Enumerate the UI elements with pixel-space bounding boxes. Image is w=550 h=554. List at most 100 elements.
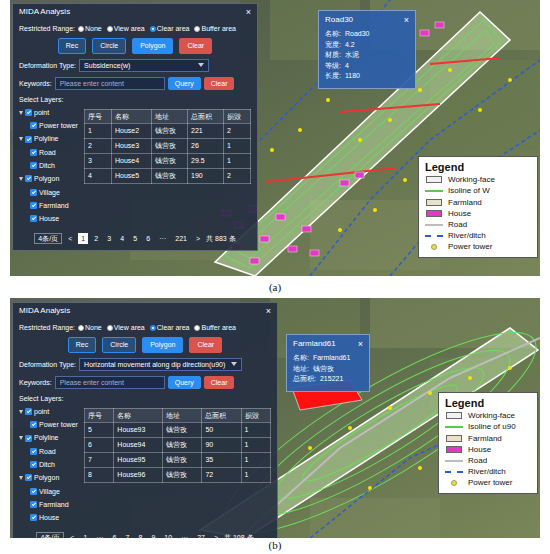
expand-arrow-icon[interactable] — [19, 111, 23, 115]
page-button[interactable]: 4 — [117, 233, 127, 244]
page-button[interactable]: 9 — [148, 532, 158, 538]
radio-button[interactable] — [107, 325, 113, 331]
layer-item[interactable]: Ditch — [19, 458, 79, 471]
layer-item[interactable]: Power tower — [19, 119, 79, 132]
layer-group[interactable]: Polygon — [19, 471, 79, 484]
layer-item[interactable]: House — [19, 511, 79, 524]
layer-checkbox[interactable] — [30, 215, 37, 222]
tool-button[interactable]: Clear — [179, 38, 212, 53]
tool-button[interactable]: Circle — [92, 38, 126, 53]
page-button[interactable]: 2 — [91, 233, 101, 244]
page-button[interactable]: ··· — [156, 233, 169, 244]
expand-arrow-icon[interactable] — [19, 137, 23, 141]
deformation-select[interactable]: Horizontal movement along dip direction(… — [79, 358, 242, 371]
page-size-select[interactable]: 4条/页 — [36, 532, 64, 538]
tool-button[interactable]: Clear — [189, 337, 222, 352]
layer-item[interactable]: House — [19, 212, 79, 225]
layer-item[interactable]: Ditch — [19, 159, 79, 172]
layer-group[interactable]: Polyline — [19, 431, 79, 444]
range-option[interactable]: None — [78, 24, 102, 33]
range-option[interactable]: Clear area — [150, 24, 190, 33]
prev-page-button[interactable]: < — [67, 532, 77, 538]
keywords-input[interactable] — [55, 376, 165, 389]
range-option[interactable]: Buffer area — [194, 24, 236, 33]
tool-button[interactable]: Rec — [58, 38, 86, 53]
layer-checkbox[interactable] — [25, 435, 32, 442]
layer-item[interactable]: Power tower — [19, 418, 79, 431]
layer-checkbox[interactable] — [30, 448, 37, 455]
close-button[interactable]: × — [404, 16, 409, 25]
layer-checkbox[interactable] — [30, 202, 37, 209]
page-size-select[interactable]: 4条/页 — [34, 233, 62, 244]
layer-checkbox[interactable] — [25, 474, 32, 481]
layer-checkbox[interactable] — [30, 189, 37, 196]
keywords-button[interactable]: Clear — [204, 376, 235, 389]
layer-item[interactable]: Road — [19, 445, 79, 458]
keywords-button[interactable]: Query — [168, 376, 201, 389]
table-row[interactable]: 5House93钱营孜501 — [85, 422, 271, 437]
layer-item[interactable]: Village — [19, 485, 79, 498]
keywords-button[interactable]: Query — [168, 77, 201, 90]
expand-arrow-icon[interactable] — [19, 177, 23, 181]
layer-item[interactable]: Farmland — [19, 498, 79, 511]
radio-button[interactable] — [194, 26, 200, 32]
table-row[interactable]: 7House95钱营孜351 — [85, 452, 271, 467]
close-button[interactable]: × — [358, 340, 363, 349]
radio-button[interactable] — [78, 325, 84, 331]
range-option[interactable]: None — [78, 323, 102, 332]
table-row[interactable]: 3House4钱营孜29.51 — [85, 153, 251, 168]
page-button[interactable]: 3 — [104, 233, 114, 244]
radio-button[interactable] — [150, 26, 156, 32]
page-button[interactable]: 27 — [194, 532, 208, 538]
page-button[interactable]: 1 — [80, 532, 90, 538]
tool-button[interactable]: Circle — [102, 337, 136, 352]
table-row[interactable]: 6House94钱营孜901 — [85, 437, 271, 452]
tool-button[interactable]: Polygon — [132, 38, 173, 53]
radio-button[interactable] — [107, 26, 113, 32]
keywords-input[interactable] — [55, 77, 165, 90]
range-option[interactable]: Clear area — [150, 323, 190, 332]
next-page-button[interactable]: > — [211, 532, 221, 538]
page-button[interactable]: 5 — [130, 233, 140, 244]
page-button[interactable]: 1 — [78, 233, 88, 244]
layer-group[interactable]: point — [19, 405, 79, 418]
layer-checkbox[interactable] — [30, 501, 37, 508]
layer-item[interactable]: Road — [19, 146, 79, 159]
page-button[interactable]: 6 — [109, 532, 119, 538]
layer-group[interactable]: Polygon — [19, 172, 79, 185]
page-button[interactable]: 7 — [122, 532, 132, 538]
layer-checkbox[interactable] — [30, 149, 37, 156]
page-button[interactable]: ··· — [178, 532, 191, 538]
layer-group[interactable]: Polyline — [19, 132, 79, 145]
table-row[interactable]: 2House3钱营孜261 — [85, 138, 251, 153]
radio-button[interactable] — [150, 325, 156, 331]
radio-button[interactable] — [78, 26, 84, 32]
page-button[interactable]: 221 — [172, 233, 190, 244]
range-option[interactable]: View area — [107, 323, 145, 332]
keywords-button[interactable]: Clear — [204, 77, 235, 90]
layer-checkbox[interactable] — [30, 461, 37, 468]
layer-checkbox[interactable] — [30, 488, 37, 495]
layer-checkbox[interactable] — [25, 109, 32, 116]
page-button[interactable]: 6 — [143, 233, 153, 244]
tool-button[interactable]: Rec — [68, 337, 96, 352]
layer-group[interactable]: point — [19, 106, 79, 119]
table-row[interactable]: 1House2钱营孜2212 — [85, 123, 251, 138]
layer-checkbox[interactable] — [30, 421, 37, 428]
expand-arrow-icon[interactable] — [19, 436, 23, 440]
layer-checkbox[interactable] — [25, 408, 32, 415]
layer-checkbox[interactable] — [30, 122, 37, 129]
layer-item[interactable]: Farmland — [19, 199, 79, 212]
page-button[interactable]: ··· — [93, 532, 106, 538]
range-option[interactable]: View area — [107, 24, 145, 33]
layer-checkbox[interactable] — [25, 136, 32, 143]
table-row[interactable]: 8House96钱营孜721 — [85, 467, 271, 482]
radio-button[interactable] — [194, 325, 200, 331]
next-page-button[interactable]: > — [193, 233, 203, 244]
expand-arrow-icon[interactable] — [19, 476, 23, 480]
tool-button[interactable]: Polygon — [142, 337, 183, 352]
layer-item[interactable]: Village — [19, 186, 79, 199]
layer-checkbox[interactable] — [30, 514, 37, 521]
table-row[interactable]: 4House5钱营孜1902 — [85, 168, 251, 183]
layer-checkbox[interactable] — [30, 162, 37, 169]
